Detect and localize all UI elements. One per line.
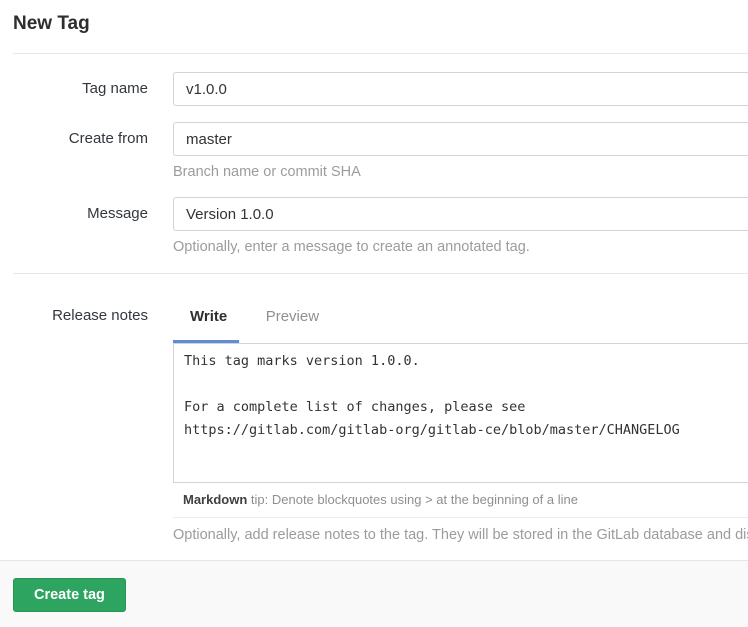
release-notes-row: Release notes Write Preview This tag mar…	[0, 305, 748, 544]
markdown-tip-text: tip: Denote blockquotes using > at the b…	[247, 492, 578, 507]
markdown-tip-bar: Markdown tip: Denote blockquotes using >…	[173, 483, 748, 518]
message-row: Message Optionally, enter a message to c…	[0, 197, 748, 256]
create-from-label: Create from	[0, 122, 148, 181]
form-actions-footer: Create tag	[0, 560, 748, 627]
tab-preview[interactable]: Preview	[249, 305, 336, 327]
message-help: Optionally, enter a message to create an…	[173, 238, 748, 256]
tag-name-label: Tag name	[0, 72, 148, 106]
release-notes-textarea[interactable]: This tag marks version 1.0.0. For a comp…	[173, 343, 748, 483]
create-tag-button[interactable]: Create tag	[13, 578, 126, 612]
tag-name-row: Tag name	[0, 72, 748, 106]
new-tag-page: New Tag Tag name Create from Branch name…	[0, 0, 748, 627]
create-from-input[interactable]	[173, 122, 748, 156]
release-notes-help: Optionally, add release notes to the tag…	[173, 526, 748, 544]
page-title: New Tag	[0, 0, 748, 34]
tag-name-input[interactable]	[173, 72, 748, 106]
new-tag-form: Tag name Create from Branch name or comm…	[0, 54, 748, 544]
markdown-tip-bold: Markdown	[183, 492, 247, 507]
create-from-row: Create from Branch name or commit SHA	[0, 122, 748, 181]
create-from-help: Branch name or commit SHA	[173, 163, 748, 181]
message-input[interactable]	[173, 197, 748, 231]
markdown-editor-tabs: Write Preview	[173, 305, 748, 343]
section-divider	[13, 273, 748, 274]
tab-write[interactable]: Write	[173, 305, 244, 327]
release-notes-label: Release notes	[0, 305, 148, 544]
message-label: Message	[0, 197, 148, 256]
active-tab-indicator	[173, 340, 239, 343]
